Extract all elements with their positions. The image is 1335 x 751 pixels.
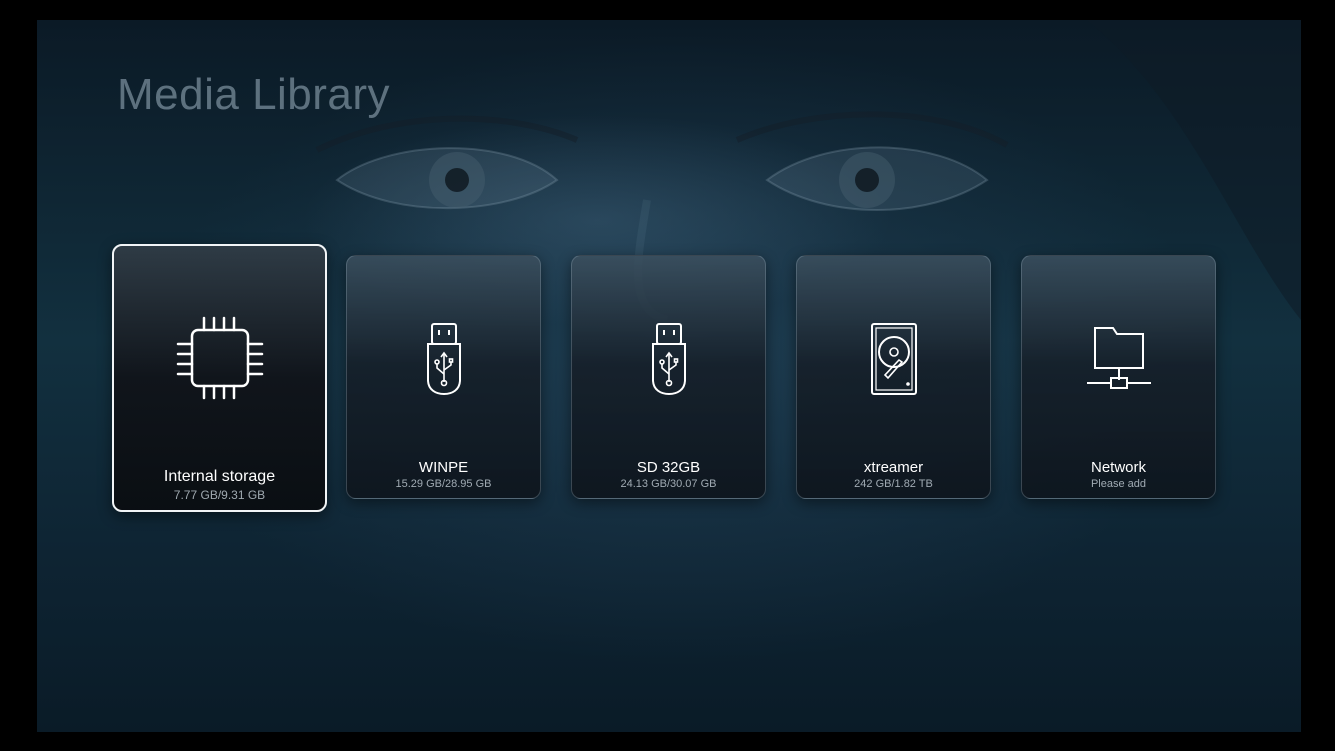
storage-tile-internal[interactable]: Internal storage 7.77 GB/9.31 GB	[112, 244, 327, 512]
storage-tile-xtreamer[interactable]: xtreamer 242 GB/1.82 TB	[796, 255, 991, 499]
chip-icon	[176, 316, 263, 400]
media-library-screen: Media Library Internal storage 7.77 GB/9…	[37, 20, 1301, 732]
tile-label: SD 32GB	[636, 459, 701, 476]
tile-status: Please add	[1090, 478, 1147, 490]
tile-capacity: 24.13 GB/30.07 GB	[620, 478, 717, 490]
storage-tile-network[interactable]: Network Please add	[1021, 255, 1216, 499]
hard-disk-icon	[870, 323, 917, 395]
tile-label: Internal storage	[163, 468, 276, 485]
storage-tile-winpe[interactable]: WINPE 15.29 GB/28.95 GB	[346, 255, 541, 499]
usb-drive-icon	[426, 323, 461, 396]
tile-capacity: 242 GB/1.82 TB	[854, 478, 933, 490]
page-title: Media Library	[117, 70, 391, 119]
tile-capacity: 15.29 GB/28.95 GB	[395, 478, 492, 490]
tile-label: Network	[1090, 459, 1146, 476]
tile-label: xtreamer	[863, 459, 924, 476]
storage-tile-sd32gb[interactable]: SD 32GB 24.13 GB/30.07 GB	[571, 255, 766, 499]
tile-capacity: 7.77 GB/9.31 GB	[173, 488, 266, 502]
tile-label: WINPE	[418, 459, 469, 476]
network-folder-icon	[1086, 327, 1151, 389]
usb-drive-icon	[651, 323, 686, 396]
